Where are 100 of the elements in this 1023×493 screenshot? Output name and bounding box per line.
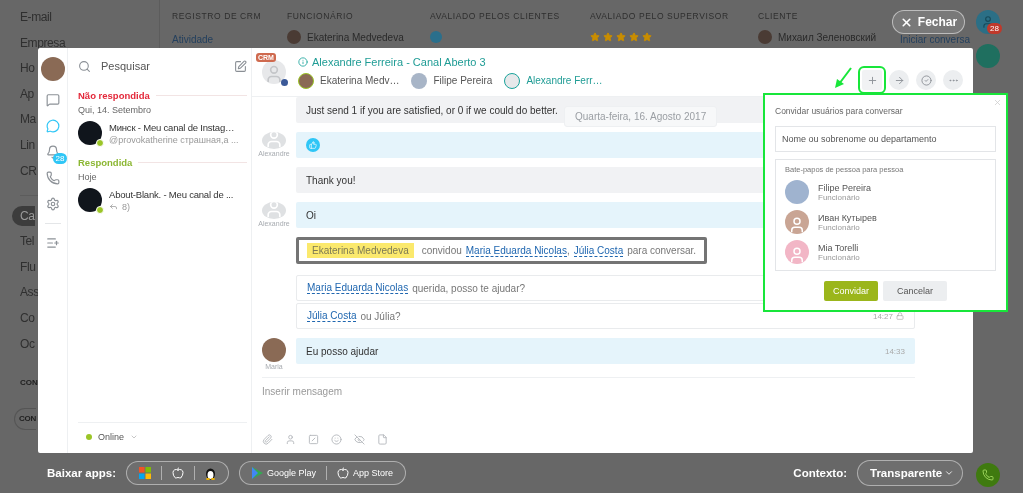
chat-title[interactable]: Alexandre Ferreira - Canal Aberto 3 bbox=[312, 55, 486, 68]
transfer-button[interactable] bbox=[889, 70, 909, 90]
notice-text: para conversar. bbox=[627, 245, 697, 256]
file-icon[interactable] bbox=[377, 434, 388, 445]
slash-square-icon[interactable] bbox=[308, 434, 319, 445]
user-name: Иван Кутырев bbox=[818, 212, 877, 223]
user-name-tag: Ekaterina Medvedeva bbox=[307, 243, 414, 258]
group-title: Respondida bbox=[78, 157, 133, 168]
star-icon bbox=[642, 32, 652, 42]
user-link[interactable]: Júlia Costa bbox=[573, 244, 624, 257]
status-text: Online bbox=[98, 431, 124, 442]
user-item[interactable]: Mia Torelli Funcionário bbox=[785, 240, 986, 264]
conversation-title: Минск - Meu canal de Instag… bbox=[109, 121, 236, 133]
popup-title: Convidar usuários para conversar bbox=[775, 106, 904, 116]
message-text: Just send 1 if you are satisfied, or 0 if we could do better. bbox=[306, 104, 558, 116]
plus-icon bbox=[866, 74, 878, 86]
participant-name[interactable]: Ekaterina Medv… bbox=[320, 75, 400, 86]
list-add-icon[interactable] bbox=[45, 236, 60, 250]
column-header: CLIENTE bbox=[758, 11, 800, 21]
menu-item[interactable]: Tel bbox=[20, 234, 35, 249]
info-icon bbox=[298, 56, 308, 67]
notice-text: convidou bbox=[421, 245, 462, 256]
participant-name[interactable]: Alexandre Ferr… bbox=[526, 75, 603, 86]
menu-item[interactable]: Ma bbox=[20, 112, 36, 127]
store-button[interactable]: Google Play bbox=[252, 467, 317, 479]
settings-icon[interactable] bbox=[45, 197, 60, 211]
smile-icon[interactable] bbox=[331, 434, 342, 445]
client-name: Михаил Зеленовский bbox=[778, 31, 877, 43]
user-icon[interactable] bbox=[285, 434, 296, 445]
context-select[interactable]: Transparente bbox=[857, 460, 963, 486]
more-button[interactable] bbox=[943, 70, 963, 90]
user-link[interactable]: Júlia Costa bbox=[307, 310, 357, 322]
download-app-button[interactable] bbox=[205, 466, 217, 480]
close-icon[interactable] bbox=[993, 98, 1002, 107]
employee-name: Ekaterina Medvedeva bbox=[307, 31, 404, 43]
chat-bubble-icon[interactable] bbox=[45, 93, 60, 107]
menu-item[interactable]: Lin bbox=[20, 137, 35, 152]
pointer-arrow bbox=[834, 66, 854, 90]
user-link[interactable]: Maria Eduarda Nicolas bbox=[307, 282, 409, 294]
star-icon bbox=[616, 32, 626, 42]
group-date: Qui, 14. Setembro bbox=[78, 105, 153, 115]
cancel-button[interactable]: Cancelar bbox=[883, 281, 947, 301]
user-link[interactable]: Maria Eduarda Nicolas bbox=[465, 244, 567, 257]
menu-item[interactable]: CR bbox=[20, 163, 37, 178]
close-button[interactable]: Fechar bbox=[892, 10, 965, 34]
photo-placeholder bbox=[758, 30, 772, 44]
photo-placeholder bbox=[40, 57, 65, 81]
group-title: Não respondida bbox=[78, 90, 150, 101]
notification-count: 28 bbox=[987, 23, 1002, 34]
user-role: Funcionário bbox=[818, 192, 861, 202]
user-role: Funcionário bbox=[818, 222, 860, 232]
apple-icon bbox=[172, 467, 185, 479]
finish-button[interactable] bbox=[916, 70, 936, 90]
menu-item[interactable]: Ca bbox=[12, 206, 35, 227]
user-avatar-icon bbox=[262, 60, 286, 84]
status-selector[interactable]: Online bbox=[78, 422, 247, 450]
user-role: Funcionário bbox=[818, 252, 860, 262]
phone-icon[interactable] bbox=[45, 171, 60, 185]
user-name: Filipe Pereira bbox=[818, 182, 872, 193]
conversation-preview: 8) bbox=[122, 201, 130, 212]
message-text: Thank you! bbox=[306, 174, 356, 186]
menu-item[interactable]: Ho bbox=[20, 61, 35, 76]
column-header: FUNCIONÁRIO bbox=[287, 11, 355, 21]
search-icon bbox=[78, 59, 91, 73]
new-chat-icon[interactable] bbox=[234, 59, 247, 73]
user-item[interactable]: Иван Кутырев Funcionário bbox=[785, 210, 986, 234]
menu-item[interactable]: Flu bbox=[20, 259, 36, 274]
menu-item[interactable]: Ass bbox=[20, 285, 39, 300]
eye-off-icon[interactable] bbox=[354, 434, 365, 445]
menu-item[interactable]: Oc bbox=[20, 336, 35, 351]
phone-icon[interactable] bbox=[976, 463, 1000, 487]
apple-icon bbox=[337, 467, 350, 479]
user-item[interactable]: Filipe Pereira Funcionário bbox=[785, 180, 986, 204]
message-text: Eu posso ajudar bbox=[306, 345, 379, 357]
menu-item[interactable]: Ap bbox=[20, 86, 34, 101]
participant-avatar bbox=[504, 72, 521, 89]
download-apps-label: Baixar apps: bbox=[47, 467, 117, 479]
invite-button[interactable]: Convidar bbox=[824, 281, 878, 301]
menu-section-title: CON bbox=[20, 377, 38, 390]
social-badge-icon bbox=[281, 79, 288, 86]
penguin-icon bbox=[205, 466, 217, 480]
conversation-item[interactable]: About-Blank. - Meu canal de ... 8) bbox=[78, 182, 247, 218]
participant-name[interactable]: Filipe Pereira bbox=[433, 75, 493, 86]
status-dot bbox=[86, 433, 92, 440]
paperclip-icon[interactable] bbox=[262, 434, 273, 445]
conversation-title: About-Blank. - Meu canal de ... bbox=[109, 188, 234, 200]
message-time: 14:33 bbox=[884, 346, 905, 356]
user-name: Mia Torelli bbox=[818, 242, 860, 253]
menu-item[interactable]: E-mail bbox=[20, 10, 52, 24]
menu-item[interactable]: Empresa bbox=[20, 35, 66, 50]
caret-icon bbox=[944, 468, 954, 478]
star-icon bbox=[629, 32, 639, 42]
store-button[interactable]: App Store bbox=[337, 467, 394, 479]
conversation-item[interactable]: Минск - Meu canal de Instag… @provokatherine страшная,а ... bbox=[78, 115, 247, 151]
message-text: querida, posso te ajudar? bbox=[412, 282, 526, 294]
menu-item[interactable]: Co bbox=[20, 310, 35, 325]
windows-logo-icon bbox=[139, 467, 152, 479]
conversation-preview: @provokatherine страшная,а ... bbox=[109, 134, 239, 145]
search-field[interactable]: Nome ou sobrenome ou departamento bbox=[775, 126, 996, 152]
context-label: Contexto: bbox=[793, 467, 847, 479]
